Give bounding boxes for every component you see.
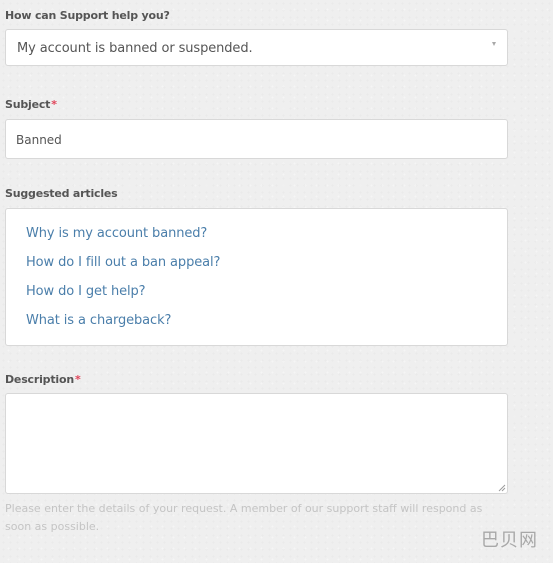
watermark-text: 巴贝网 <box>481 530 538 551</box>
subject-input-value: Banned <box>16 133 62 147</box>
description-label: Description* <box>5 373 81 386</box>
caret-down-icon <box>492 42 496 46</box>
description-textarea[interactable] <box>5 393 508 494</box>
topic-label: How can Support help you? <box>5 9 170 22</box>
description-help-text: Please enter the details of your request… <box>5 502 483 533</box>
article-link-ban-appeal[interactable]: How do I fill out a ban appeal? <box>26 255 220 270</box>
suggested-articles-label: Suggested articles <box>5 187 118 200</box>
suggested-articles-list: Why is my account banned? How do I fill … <box>5 208 508 346</box>
article-link-get-help[interactable]: How do I get help? <box>26 284 146 299</box>
topic-select[interactable]: My account is banned or suspended. <box>5 29 508 66</box>
subject-input[interactable]: Banned <box>5 119 508 159</box>
required-asterisk: * <box>74 373 81 386</box>
topic-select-value: My account is banned or suspended. <box>17 41 253 56</box>
required-asterisk: * <box>51 98 57 111</box>
article-link-account-banned[interactable]: Why is my account banned? <box>26 226 207 241</box>
subject-label: Subject* <box>5 98 57 111</box>
resize-grip-icon[interactable] <box>498 484 506 492</box>
article-link-chargeback[interactable]: What is a chargeback? <box>26 313 171 328</box>
